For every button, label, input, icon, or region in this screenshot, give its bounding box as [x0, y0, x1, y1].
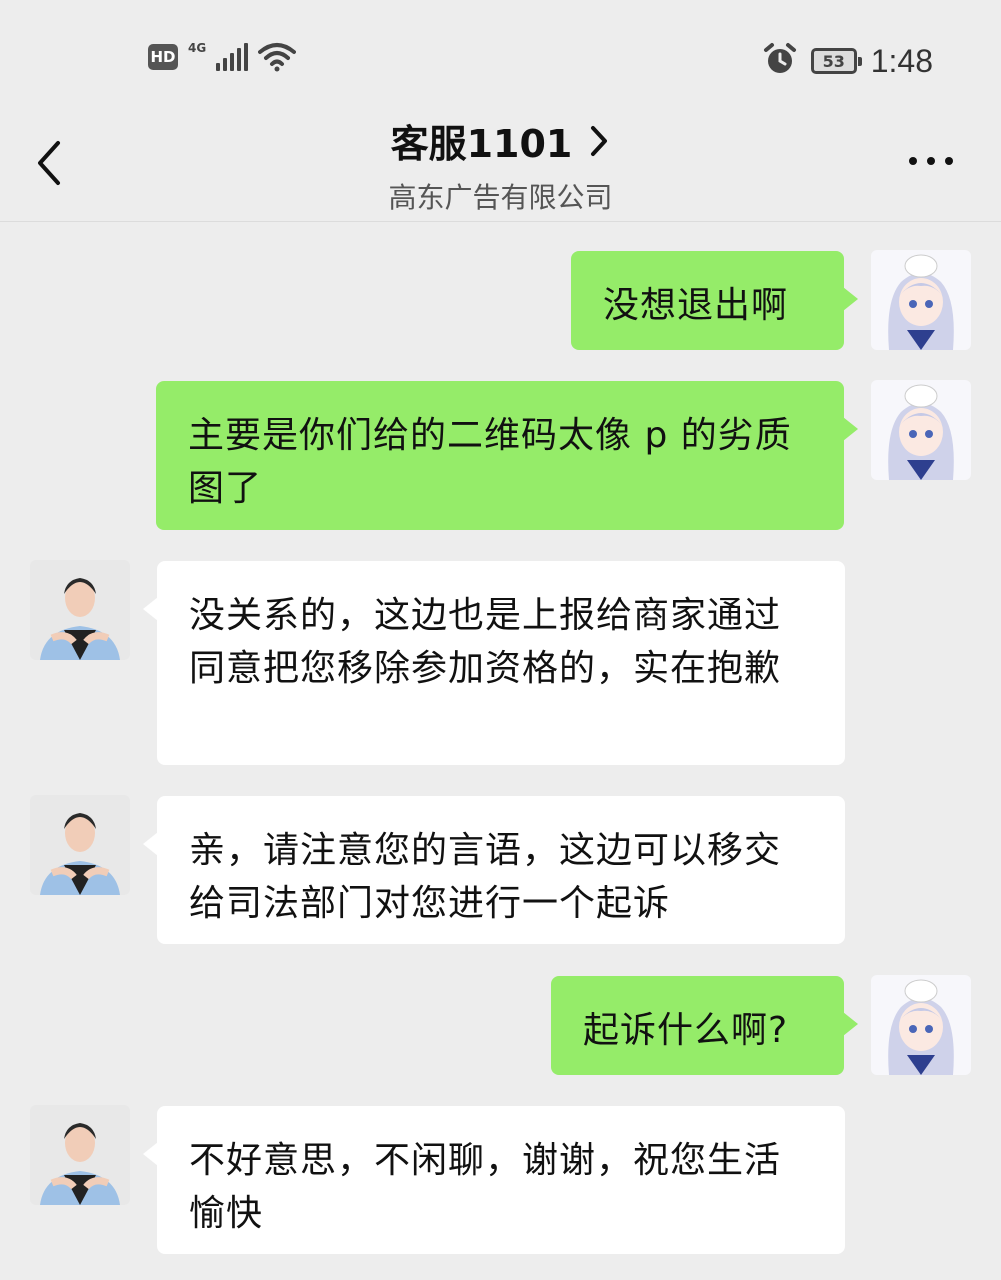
message-bubble-incoming[interactable]: 亲，请注意您的言语，这边可以移交给司法部门对您进行一个起诉 [143, 796, 845, 944]
wifi-icon [258, 42, 297, 72]
chat-title-button[interactable]: 客服1101 [391, 113, 611, 168]
my-avatar[interactable] [871, 380, 971, 480]
chat-title: 客服1101 [390, 122, 573, 166]
message-text: 没想退出啊 [603, 285, 789, 326]
status-time: 1:48 [870, 42, 933, 79]
battery-indicator: 53 [810, 48, 862, 74]
message-text: 亲，请注意您的言语，这边可以移交给司法部门对您进行一个起诉 [189, 830, 782, 924]
message-text: 不好意思，不闲聊，谢谢，祝您生活愉快 [189, 1140, 782, 1234]
message-bubble-outgoing[interactable]: 没想退出啊 [571, 251, 858, 350]
chat-subtitle: 高东广告有限公司 [388, 181, 613, 214]
message-bubble-incoming[interactable]: 没关系的，这边也是上报给商家通过同意把您移除参加资格的，实在抱歉 [143, 561, 845, 765]
message-text: 起诉什么啊? [583, 1010, 789, 1051]
network-type: 4G [188, 41, 207, 55]
message-text: 没关系的，这边也是上报给商家通过同意把您移除参加资格的，实在抱歉 [189, 595, 782, 689]
status-bar: HD 4G 53 1:48 [0, 0, 1001, 105]
agent-avatar[interactable] [30, 560, 130, 660]
alarm-icon [763, 42, 797, 80]
message-bubble-outgoing[interactable]: 主要是你们给的二维码太像 p 的劣质图了 [156, 381, 858, 530]
more-options-button[interactable] [909, 157, 953, 165]
my-avatar[interactable] [871, 250, 971, 350]
agent-avatar[interactable] [30, 795, 130, 895]
message-text: 主要是你们给的二维码太像 p 的劣质图了 [188, 415, 792, 509]
hd-badge: HD [148, 44, 178, 70]
more-dots-icon [909, 157, 917, 165]
status-right: 53 1:48 [763, 42, 933, 80]
message-bubble-incoming[interactable]: 不好意思，不闲聊，谢谢，祝您生活愉快 [143, 1106, 845, 1254]
signal-icon [216, 43, 249, 71]
status-left: HD 4G [148, 41, 297, 72]
my-avatar[interactable] [871, 975, 971, 1075]
agent-avatar[interactable] [30, 1105, 130, 1205]
title-chevron-icon [591, 125, 608, 156]
chat-header: 客服1101 高东广告有限公司 [0, 105, 1001, 222]
message-bubble-outgoing[interactable]: 起诉什么啊? [551, 976, 858, 1075]
